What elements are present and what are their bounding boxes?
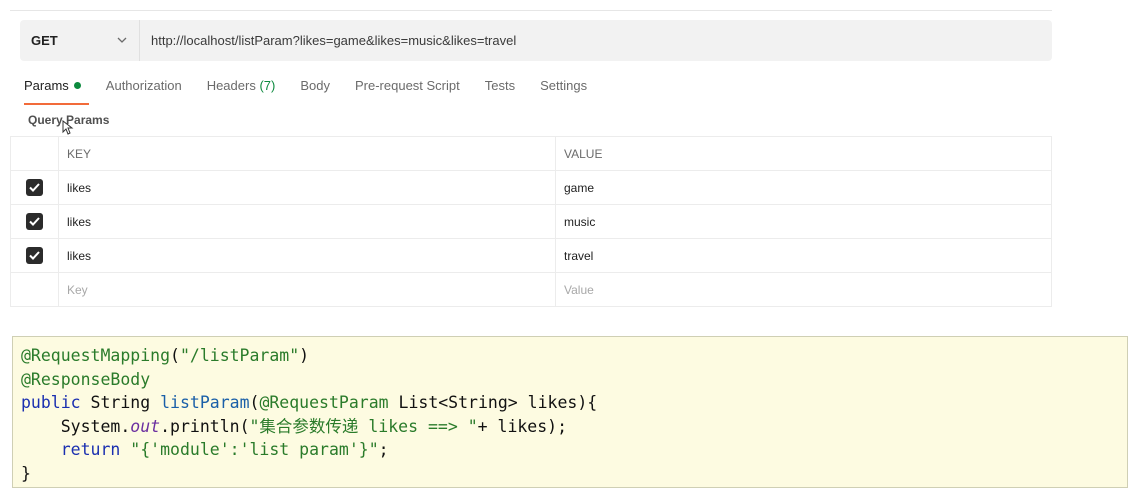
code-annotation: @ResponseBody [21,369,151,389]
table-row-empty: Key Value [10,272,1052,307]
tab-params[interactable]: Params [24,78,89,105]
request-tabs: Params Authorization Headers (7) Body Pr… [24,78,612,105]
method-select[interactable]: GET [20,20,140,61]
row-checkbox[interactable] [26,179,43,196]
code-method-name: listParam [160,393,250,412]
chevron-down-icon [117,37,127,43]
checkmark-icon [29,251,40,260]
tab-authorization[interactable]: Authorization [106,78,182,104]
tab-tests[interactable]: Tests [485,78,515,104]
code-string: "{'module':'list param'}" [120,440,379,459]
code-keyword: return [60,440,121,459]
param-value-cell[interactable]: game [555,170,1052,205]
headers-count: (7) [259,78,276,93]
param-key-cell[interactable]: likes [58,170,556,205]
table-row: likes game [10,170,1052,205]
code-annotation: @RequestMapping [21,346,171,365]
new-value-input[interactable]: Value [555,272,1052,307]
tab-pre-request-script[interactable]: Pre-request Script [355,78,460,104]
code-field: out [130,416,161,436]
url-input[interactable]: http://localhost/listParam?likes=game&li… [140,33,1052,48]
tab-headers[interactable]: Headers (7) [207,78,276,104]
tab-body[interactable]: Body [300,78,330,104]
top-divider [10,10,1052,11]
checkbox-header [10,136,59,171]
checkmark-icon [29,183,40,192]
code-snippet: @RequestMapping("/listParam") @ResponseB… [12,336,1128,488]
code-string: "集合参数传递 likes ==> " [249,416,478,436]
mouse-cursor-icon [62,120,74,135]
code-string: "/listParam" [179,346,300,365]
param-key-cell[interactable]: likes [58,238,556,273]
request-bar: GET http://localhost/listParam?likes=gam… [20,20,1052,61]
table-row: likes travel [10,238,1052,273]
key-column-header: KEY [58,136,556,171]
code-annotation: @RequestParam [259,393,389,412]
table-header-row: KEY VALUE [10,136,1052,171]
param-value-cell[interactable]: music [555,204,1052,239]
param-key-cell[interactable]: likes [58,204,556,239]
code-keyword: public [21,393,81,412]
table-row: likes music [10,204,1052,239]
checkmark-icon [29,217,40,226]
new-key-input[interactable]: Key [58,272,556,307]
value-column-header: VALUE [555,136,1052,171]
tab-settings[interactable]: Settings [540,78,587,104]
row-checkbox[interactable] [26,213,43,230]
query-params-table: KEY VALUE likes game likes music likes t… [10,136,1052,307]
params-active-dot-icon [73,82,81,89]
row-checkbox[interactable] [26,247,43,264]
param-value-cell[interactable]: travel [555,238,1052,273]
method-label: GET [31,33,58,48]
